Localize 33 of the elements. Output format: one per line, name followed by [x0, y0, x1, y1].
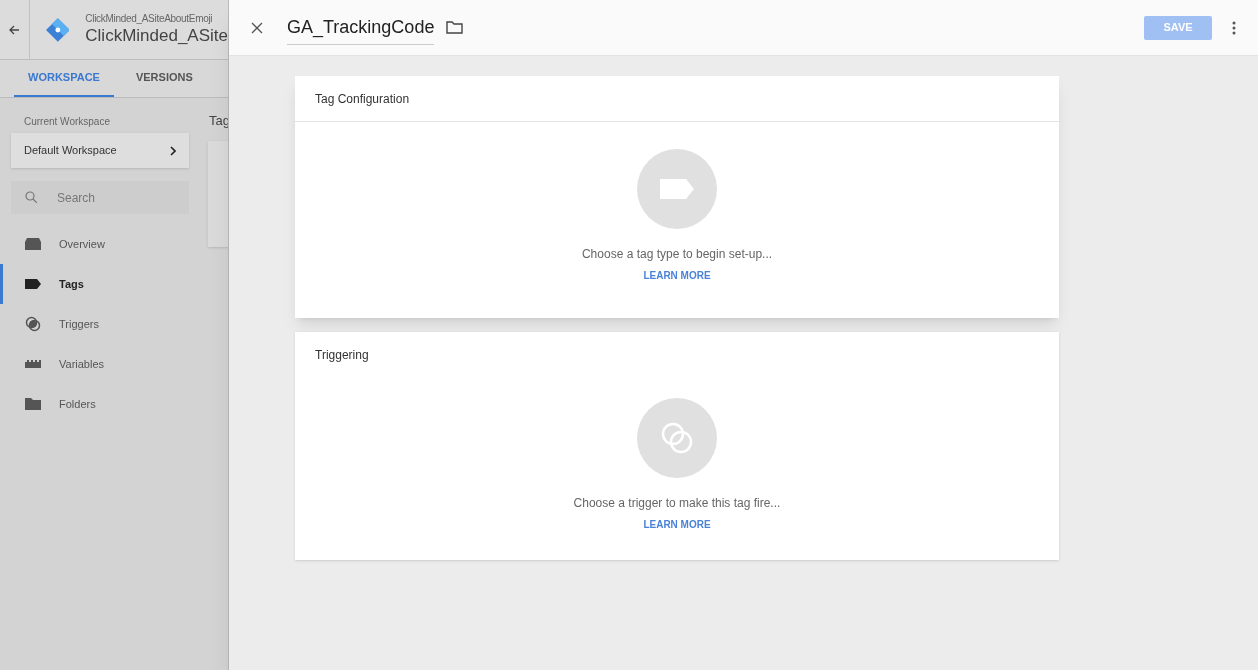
folder-icon[interactable]	[446, 21, 464, 34]
card-message: Choose a trigger to make this tag fire...	[573, 495, 781, 512]
sidebar-item[interactable]: Variables	[0, 344, 205, 384]
workspace-label: Current Workspace	[24, 115, 111, 129]
tray-icon	[25, 238, 41, 250]
account-name: ClickMinded_ASiteAboutEmoji	[85, 12, 214, 25]
learn-more-link[interactable]: LEARN MORE	[643, 517, 711, 532]
card-title: Triggering	[315, 347, 369, 364]
sidebar-item[interactable]: Triggers	[0, 304, 205, 344]
folder-icon	[25, 398, 41, 410]
diamond-logo-icon	[45, 17, 70, 42]
nav-tab[interactable]: VERSIONS	[121, 60, 207, 97]
search-field[interactable]: Search	[11, 181, 189, 214]
back-arrow-icon[interactable]	[9, 24, 20, 35]
tag-name-field[interactable]: GA_TrackingCode	[287, 14, 435, 45]
search-icon	[25, 191, 37, 203]
close-icon[interactable]	[251, 21, 263, 34]
learn-more-link[interactable]: LEARN MORE	[643, 268, 711, 283]
more-icon[interactable]	[1232, 20, 1236, 35]
tag-icon	[25, 279, 41, 289]
nav-tab[interactable]: WORKSPACE	[14, 60, 114, 97]
card-title: Tag Configuration	[315, 90, 410, 108]
sidebar-item[interactable]: Folders	[0, 384, 205, 424]
card-message: Choose a tag type to begin set-up...	[581, 246, 773, 263]
circles-icon	[660, 421, 694, 455]
tag-icon	[660, 179, 694, 199]
chevron-right-icon	[170, 145, 176, 156]
sidebar-item[interactable]: Overview	[0, 224, 205, 264]
sidebar-item[interactable]: Tags	[0, 264, 205, 304]
blocks-icon	[25, 360, 41, 368]
container-name: ClickMinded_ASite	[85, 24, 228, 47]
circles-icon	[25, 316, 41, 332]
workspace-selector[interactable]: Default Workspace	[11, 133, 189, 168]
